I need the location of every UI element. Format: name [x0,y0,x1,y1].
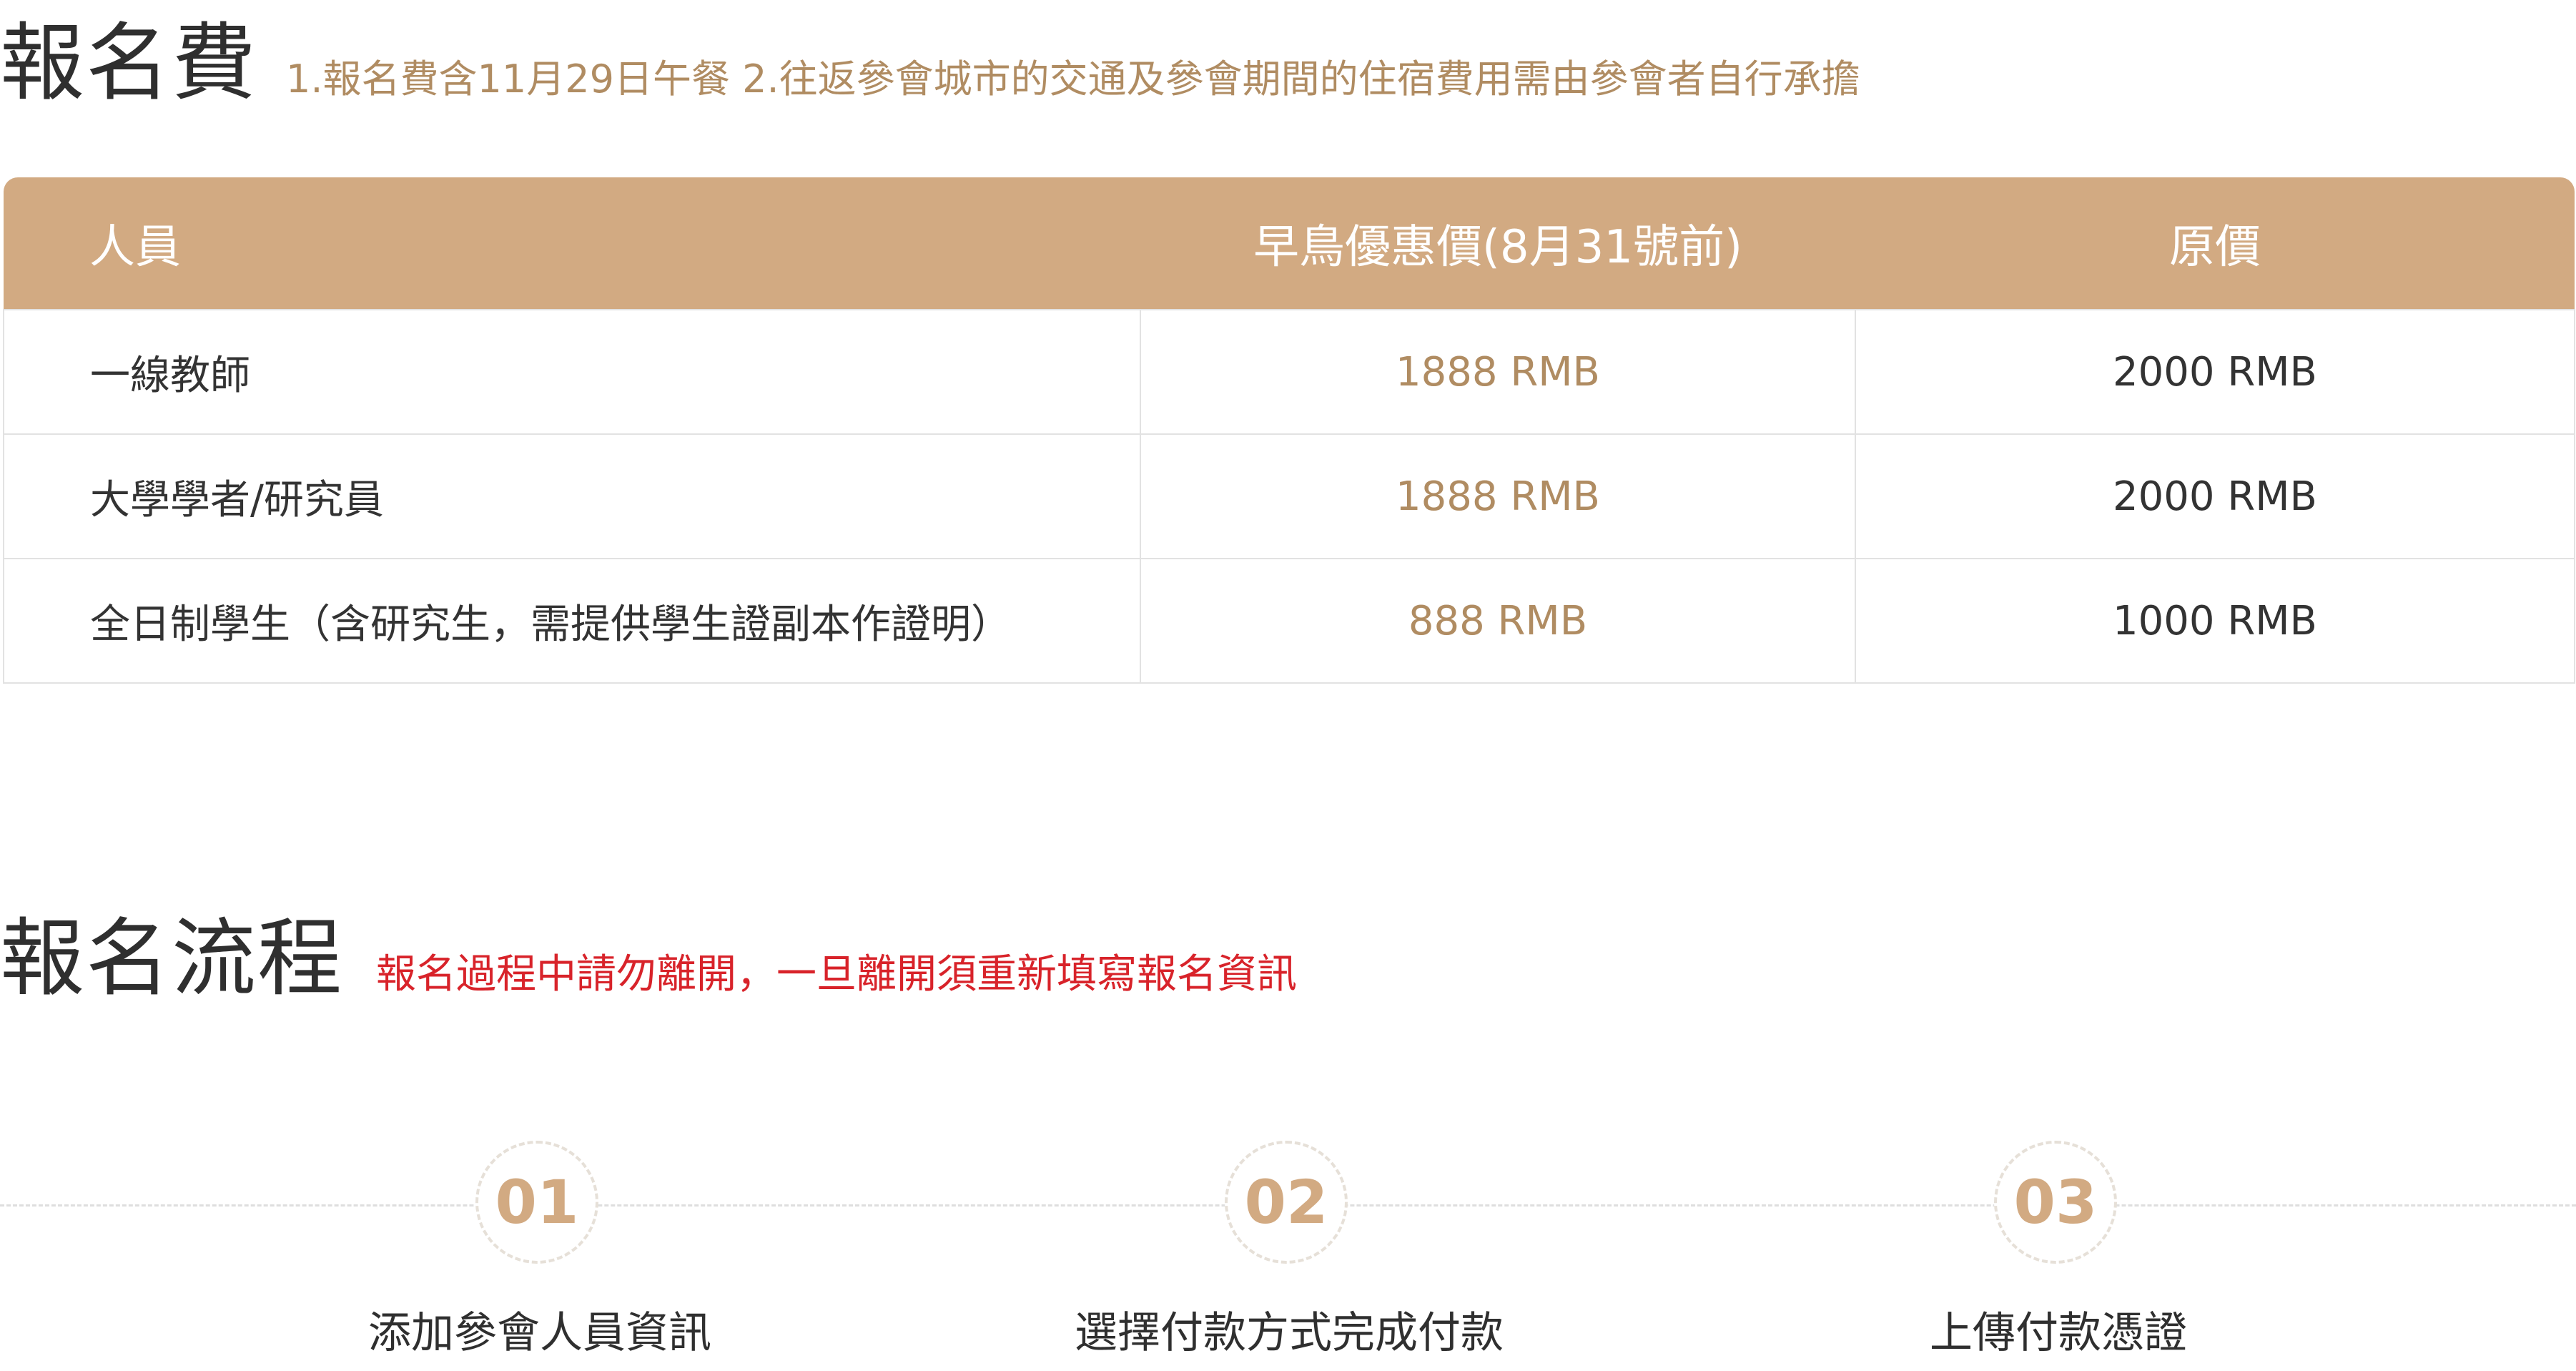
original-price-cell: 2000 RMB [1855,309,2575,435]
fee-section-title: 報名費 [0,14,258,112]
role-cell: 一線教師 [3,309,1141,435]
role-cell: 全日制學生（含研究生，需提供學生證副本作證明） [3,558,1141,684]
original-price-cell: 2000 RMB [1855,433,2575,559]
table-row: 一線教師 1888 RMB 2000 RMB [3,309,2575,435]
process-section-title: 報名流程 [0,909,344,1008]
header-role: 人員 [89,221,181,274]
step-3: 03 上傳付款憑證 [1808,1137,2309,1366]
step-number: 01 [495,1167,579,1237]
step-number-circle: 03 [1994,1141,2117,1264]
step-number: 02 [1244,1167,1328,1237]
step-2: 02 選擇付款方式完成付款 [1039,1137,1539,1366]
header-early-bird-price: 早鳥優惠價(8月31號前) [1253,221,1743,274]
original-price-cell: 1000 RMB [1855,558,2575,684]
fee-note: 1.報名費含11月29日午餐 2.往返參會城市的交通及參會期間的住宿費用需由參會… [286,56,1860,102]
fee-table-body: 一線教師 1888 RMB 2000 RMB 大學學者/研究員 1888 RMB… [3,309,2575,684]
fee-table-header: 人員 早鳥優惠價(8月31號前) 原價 [4,177,2575,310]
step-1: 01 添加參會人員資訊 [290,1137,790,1366]
early-price-cell: 888 RMB [1140,558,1856,684]
step-label: 選擇付款方式完成付款 [1075,1308,1504,1358]
table-row: 全日制學生（含研究生，需提供學生證副本作證明） 888 RMB 1000 RMB [3,558,2575,684]
fee-section-header: 報名費 1.報名費含11月29日午餐 2.往返參會城市的交通及參會期間的住宿費用… [0,13,1860,113]
process-steps: 01 添加參會人員資訊 02 選擇付款方式完成付款 03 上傳付款憑證 [0,1137,2576,1366]
header-original-price: 原價 [2169,221,2261,274]
process-warning-note: 報名過程中請勿離開，一旦離開須重新填寫報名資訊 [376,951,1298,998]
step-label: 上傳付款憑證 [1930,1308,2187,1358]
table-row: 大學學者/研究員 1888 RMB 2000 RMB [3,433,2575,559]
early-price-cell: 1888 RMB [1140,433,1856,559]
step-number: 03 [2013,1167,2098,1237]
step-number-circle: 01 [475,1141,598,1264]
process-section-header: 報名流程 報名過程中請勿離開，一旦離開須重新填寫報名資訊 [0,908,1297,1008]
fee-table-header-row: 人員 早鳥優惠價(8月31號前) 原價 [4,177,2575,310]
early-price-cell: 1888 RMB [1140,309,1856,435]
step-number-circle: 02 [1225,1141,1348,1264]
fee-table: 人員 早鳥優惠價(8月31號前) 原價 一線教師 1888 RMB 2000 R… [3,177,2575,684]
step-label: 添加參會人員資訊 [368,1308,711,1358]
role-cell: 大學學者/研究員 [3,433,1141,559]
